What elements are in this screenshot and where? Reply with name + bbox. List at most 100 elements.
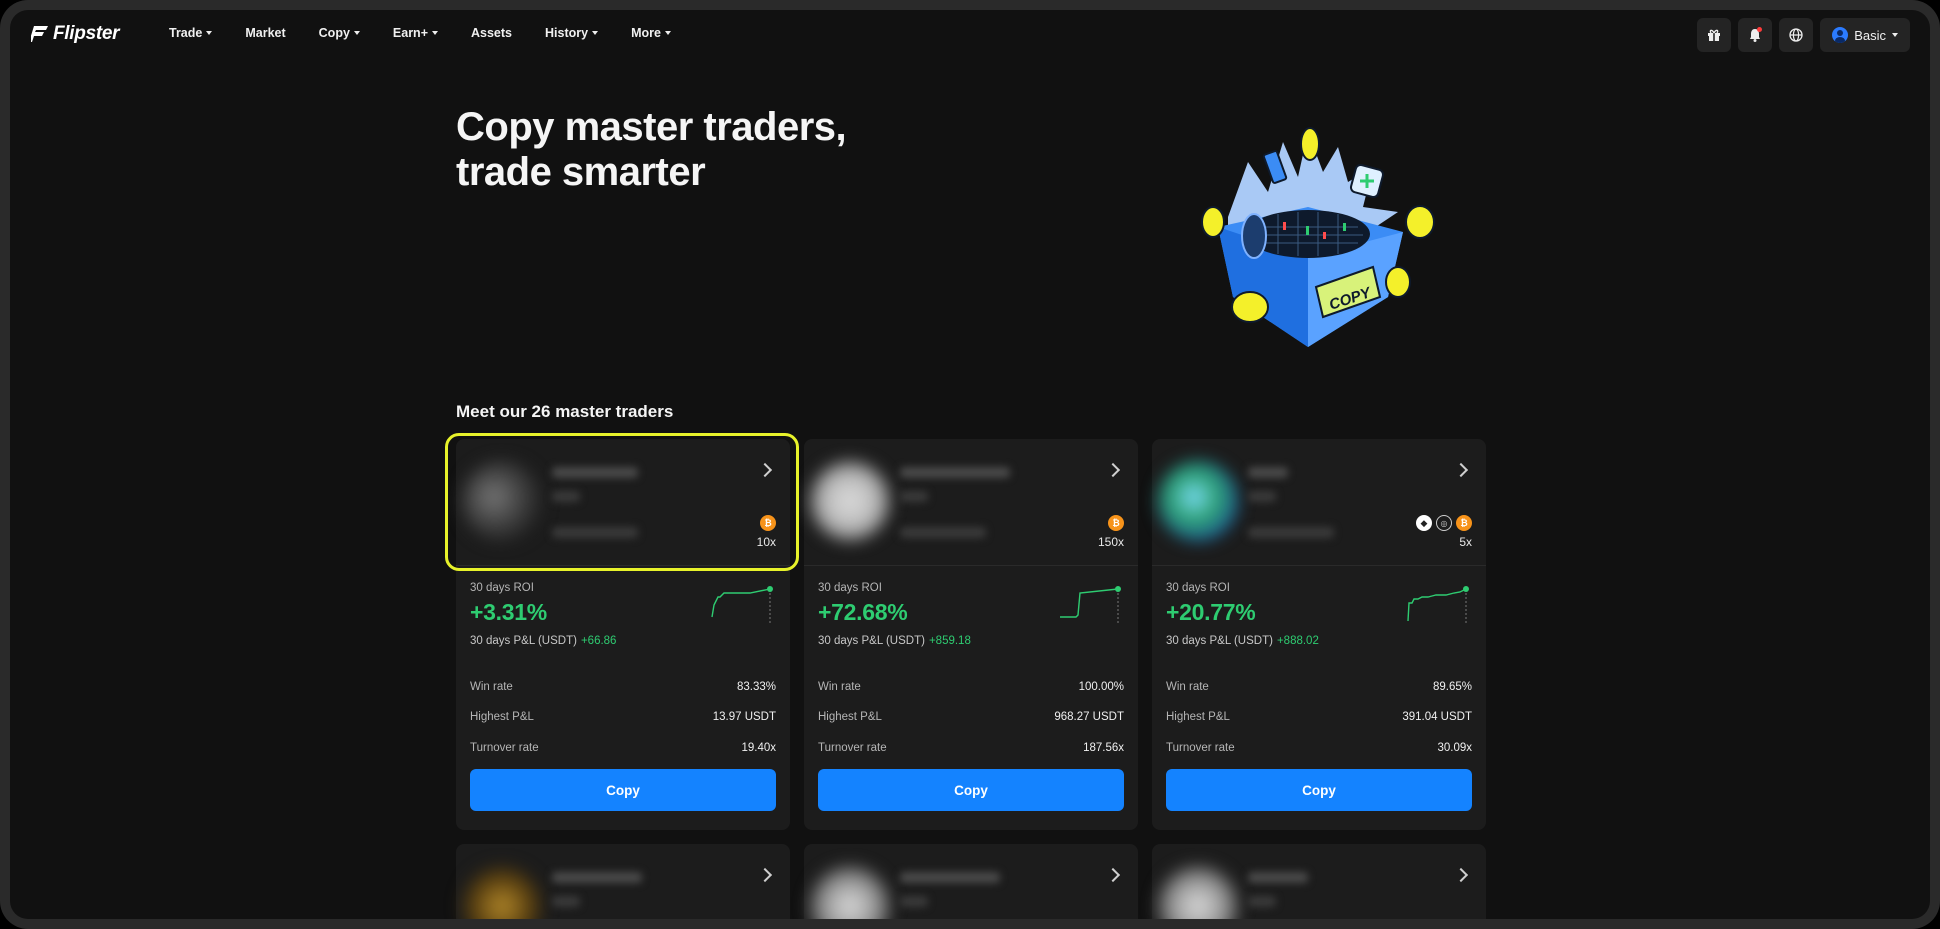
coin-list: ◆ ◎ ₿: [1416, 515, 1472, 531]
caret-down-icon: [592, 31, 599, 35]
bitcoin-icon: ₿: [1456, 515, 1472, 531]
pnl-row: 30 days P&L (USDT) +888.02: [1166, 635, 1319, 647]
trader-info-blurred: [552, 527, 638, 538]
copy-button[interactable]: Copy: [818, 769, 1124, 811]
turnover-label: Turnover rate: [1166, 742, 1235, 754]
copy-button[interactable]: Copy: [1166, 769, 1472, 811]
bitcoin-icon: ₿: [1108, 515, 1124, 531]
roi-value: +20.77%: [1166, 599, 1256, 625]
nav-actions: Basic: [1697, 18, 1910, 52]
coin-list: ₿: [760, 515, 776, 531]
chevron-right-icon[interactable]: [757, 867, 773, 883]
trader-avatar: [462, 866, 542, 919]
win-rate-value: 89.65%: [1432, 681, 1472, 693]
flipster-logo-icon: [31, 26, 48, 42]
turnover-label: Turnover rate: [818, 742, 887, 754]
chevron-right-icon[interactable]: [1453, 867, 1469, 883]
globe-icon: [1789, 28, 1803, 42]
highest-pnl-row: Highest P&L 13.97 USDT: [470, 711, 776, 723]
notifications-button[interactable]: [1738, 18, 1773, 52]
leverage-value: 150x: [1097, 535, 1124, 549]
win-rate-row: Win rate 100.00%: [818, 681, 1124, 693]
pnl-label: 30 days P&L (USDT): [1166, 635, 1273, 647]
menu-more[interactable]: More: [631, 26, 671, 40]
menu-market-label: Market: [245, 26, 286, 40]
turnover-row: Turnover rate 187.56x: [818, 742, 1124, 754]
menu-market[interactable]: Market: [245, 26, 285, 40]
highest-pnl-row: Highest P&L 968.27 USDT: [818, 711, 1124, 723]
trader-card-header[interactable]: ◆ ◎ ₿ 5x: [1152, 439, 1486, 566]
copy-box-illustration: COPY: [1201, 127, 1435, 347]
win-rate-value: 83.33%: [736, 681, 776, 693]
trader-card-header[interactable]: ₿ 150x: [804, 439, 1138, 566]
top-nav: Flipster Trade Market Copy Earn+ Assets …: [10, 10, 1930, 64]
trader-name-blurred: [552, 467, 638, 478]
trader-card[interactable]: [804, 844, 1138, 919]
coin-list: ₿: [1108, 515, 1124, 531]
app-screen: Flipster Trade Market Copy Earn+ Assets …: [10, 10, 1930, 919]
menu-assets[interactable]: Assets: [471, 26, 512, 40]
chevron-right-icon[interactable]: [757, 462, 773, 478]
brand-logo[interactable]: Flipster: [31, 23, 120, 45]
caret-down-icon: [664, 31, 671, 35]
highest-pnl-label: Highest P&L: [470, 711, 534, 723]
menu-trade-label: Trade: [169, 26, 203, 40]
trader-name-blurred: [900, 872, 1000, 883]
trader-info-blurred: [900, 527, 986, 538]
hero-title-line1: Copy master traders,: [456, 105, 847, 149]
trader-tag-blurred: [552, 491, 580, 502]
trader-tag-blurred: [1248, 491, 1276, 502]
caret-down-icon: [353, 31, 360, 35]
menu-history[interactable]: History: [545, 26, 599, 40]
highest-pnl-value: 391.04 USDT: [1402, 711, 1472, 723]
roi-label: 30 days ROI: [818, 582, 882, 594]
menu-history-label: History: [545, 26, 589, 40]
trader-card[interactable]: ₿ 150x 30 days ROI +72.68% 30 days P&L (…: [804, 439, 1138, 830]
trader-name-blurred: [1248, 872, 1308, 883]
highest-pnl-value: 968.27 USDT: [1054, 711, 1124, 723]
trader-name-blurred: [900, 467, 1010, 478]
menu-trade[interactable]: Trade: [169, 26, 213, 40]
pnl-row: 30 days P&L (USDT) +66.86: [470, 635, 616, 647]
trader-card-header[interactable]: ₿ 10x: [456, 439, 790, 566]
menu-copy[interactable]: Copy: [319, 26, 360, 40]
trader-avatar: [1158, 866, 1238, 919]
pnl-value: +859.18: [928, 635, 971, 647]
trader-card[interactable]: [1152, 844, 1486, 919]
trader-avatar: [1158, 461, 1238, 541]
chevron-right-icon[interactable]: [1453, 462, 1469, 478]
chevron-right-icon[interactable]: [1105, 462, 1121, 478]
win-rate-label: Win rate: [1166, 681, 1209, 693]
trader-tag-blurred: [900, 896, 928, 907]
turnover-row: Turnover rate 19.40x: [470, 742, 776, 754]
device-frame: Flipster Trade Market Copy Earn+ Assets …: [0, 0, 1940, 929]
main-menu: Trade Market Copy Earn+ Assets History M…: [169, 26, 704, 40]
trader-card[interactable]: ₿ 10x 30 days ROI +3.31% 30 days P&L (US…: [456, 439, 790, 830]
roi-sparkline: [1407, 586, 1469, 625]
roi-label: 30 days ROI: [1166, 582, 1230, 594]
trader-avatar: [462, 461, 542, 541]
trader-info-blurred: [1248, 527, 1334, 538]
account-menu-button[interactable]: Basic: [1820, 18, 1910, 52]
trader-card[interactable]: ◆ ◎ ₿ 5x 30 days ROI +20.77% 30 days P&L…: [1152, 439, 1486, 830]
gift-button[interactable]: [1697, 18, 1732, 52]
turnover-value: 30.09x: [1437, 742, 1472, 754]
altcoin-icon: ◎: [1436, 515, 1452, 531]
menu-copy-label: Copy: [318, 26, 350, 40]
menu-earn[interactable]: Earn+: [393, 26, 438, 40]
language-button[interactable]: [1779, 18, 1814, 52]
caret-down-icon: [432, 31, 438, 35]
roi-value: +3.31%: [470, 599, 547, 625]
leverage-value: 5x: [1459, 535, 1472, 549]
trader-card[interactable]: [456, 844, 790, 919]
roi-sparkline: [1060, 586, 1121, 625]
gift-icon: [1708, 29, 1721, 41]
pnl-value: +66.86: [580, 635, 617, 647]
copy-button[interactable]: Copy: [470, 769, 776, 811]
highest-pnl-label: Highest P&L: [818, 711, 882, 723]
pnl-row: 30 days P&L (USDT) +859.18: [818, 635, 971, 647]
menu-earn-label: Earn+: [392, 26, 428, 40]
trader-tag-blurred: [900, 491, 928, 502]
chevron-right-icon[interactable]: [1105, 867, 1121, 883]
highest-pnl-label: Highest P&L: [1166, 711, 1230, 723]
